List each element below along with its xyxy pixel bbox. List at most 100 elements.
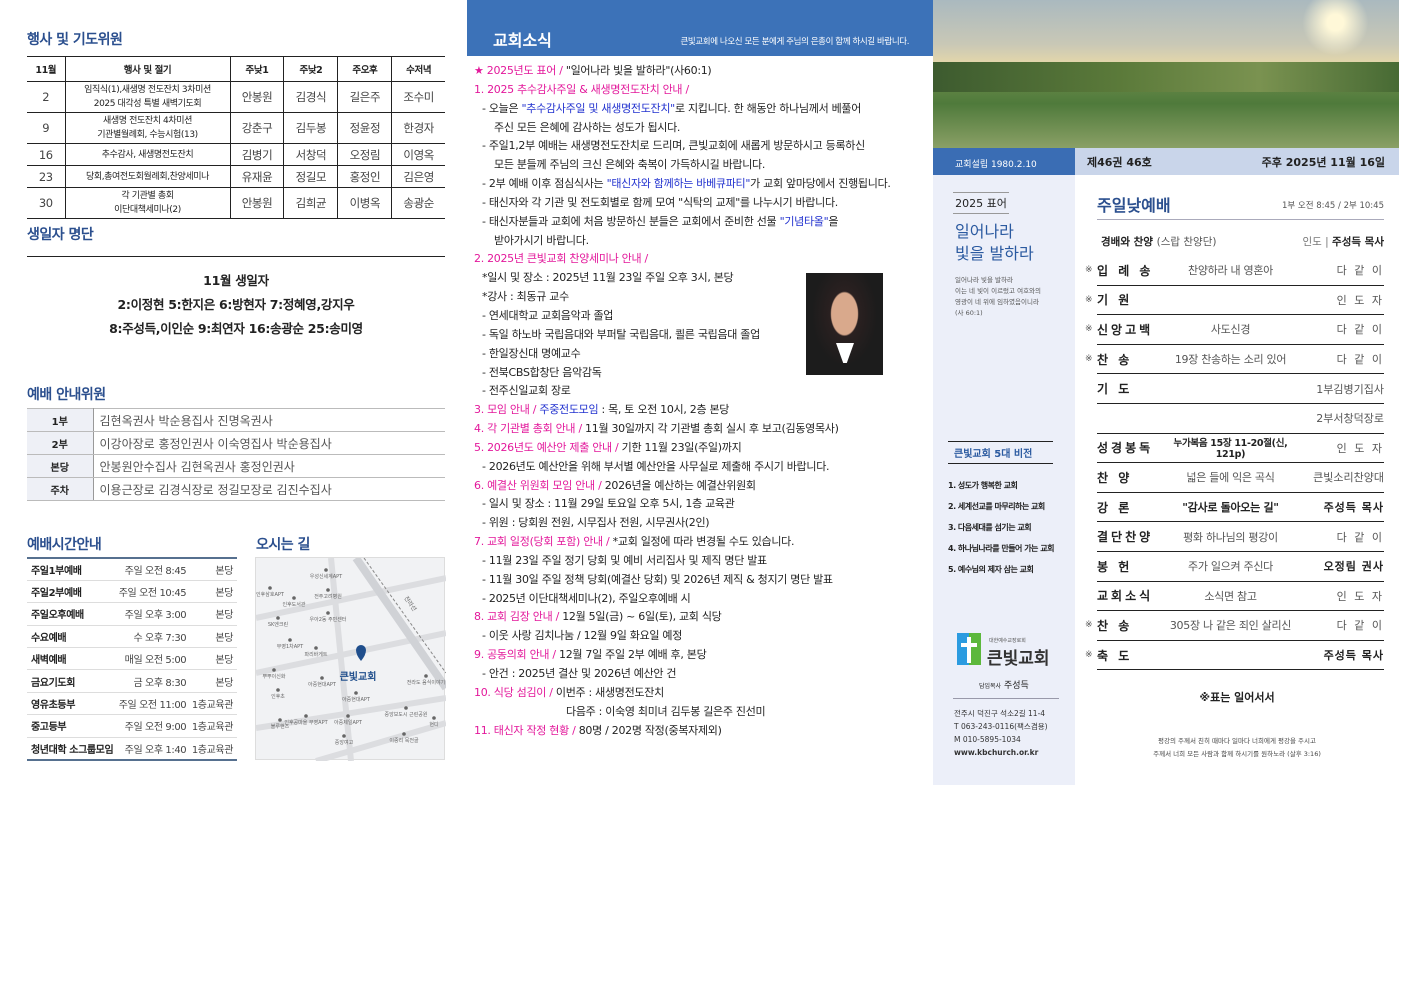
news-line: - 전주신일교회 장로: [474, 382, 929, 401]
order-leader: 다 같 이: [1336, 353, 1384, 367]
news-line: - 11월 30일 주일 정책 당회(예결산 당회) 및 2026년 제직 & …: [474, 571, 929, 590]
event-desc: 새생명 전도잔치 4차미션 기관별월례회, 수능시험(13): [64, 112, 230, 144]
news-text: - 태신자분들과 교회에 처음 방문하신 분들은 교회에서 준비한 선물: [482, 214, 780, 228]
news-line: 6. 예결산 위원회 모임 안내 / 2026년을 예산하는 예결산위원회: [474, 477, 929, 496]
news-text: 1. 2025 추수감사주일 & 새생명전도잔치 안내 /: [474, 82, 689, 96]
map-poi-dot: [404, 706, 408, 710]
news-subtitle: 큰빛교회에 나오신 모든 분에게 주님의 은총이 함께 하시길 바랍니다.: [680, 37, 910, 47]
news-text: "기념타올": [779, 214, 829, 228]
verse-line: 영광이 네 위에 임하였음이니라: [955, 298, 1039, 306]
map-poi-dot: [324, 568, 328, 572]
news-text: - 11월 23일 주일 정기 당회 및 예비 서리집사 및 제직 명단 발표: [482, 553, 767, 567]
map-poi-dot: [342, 734, 346, 738]
news-text: 받아가시기 바랍니다.: [494, 233, 589, 247]
news-line: 5. 2026년도 예산안 제출 안내 / 기한 11월 23일(주일)까지: [474, 439, 929, 458]
prayer-leader: 안봉원: [229, 81, 284, 113]
map-poi-dot: [354, 691, 358, 695]
usher-service: 본당: [27, 454, 94, 478]
standing-note: ※표는 일어서서: [1199, 691, 1275, 704]
pastor-label: 담임목사: [979, 683, 1002, 690]
ushers-table: 1부 김현옥권사 박순용집사 진명옥권사 2부 이강아장로 홍정인권사 이숙영집사 박…: [27, 408, 445, 501]
news-text: - 독일 하노바 국립음대와 부퍼탈 국립음대, 쾰른 국립음대 졸업: [482, 327, 760, 341]
service-place: 본당: [190, 558, 237, 581]
news-line: 4. 각 기관별 총회 안내 / 11월 30일까지 각 기관별 총회 실시 후…: [474, 420, 929, 439]
order-row: ※ 입 례 송 찬양하라 내 영혼아 다 같 이: [1085, 256, 1384, 286]
service-time-row: 주일1부예배 주일 오전 8:45 본당: [27, 558, 237, 581]
contact-info: 전주시 덕진구 석소2길 11-4 T 063-243-0116(팩스겸용) M…: [954, 707, 1048, 759]
service-time-row: 주일오후예배 주일 오후 3:00 본당: [27, 602, 237, 626]
pastor: 담임목사 주성득: [979, 678, 1029, 691]
news-text: 로 지킵니다. 한 해동안 하나님께서 베풀어: [674, 101, 862, 115]
map-poi-label: 아중현대APT: [308, 681, 337, 688]
map-poi-label: 이중리 묵전골: [389, 737, 419, 744]
birthdays-title: 생일자 명단: [27, 227, 94, 243]
order-row: ※ 축 도 주성득 목사: [1085, 641, 1384, 671]
news-line: - 위원 : 당회원 전원, 시무집사 전원, 시무권사(2인): [474, 514, 929, 533]
prayer-leader: 한경자: [391, 112, 445, 144]
service-name: 주일2부예배: [27, 580, 117, 604]
news-text: 을: [828, 214, 839, 228]
map-poi-dot: [292, 596, 296, 600]
worship-title: 주일낮예배: [1097, 196, 1171, 215]
map-poi-label: 우아2동 주민센터: [310, 616, 347, 623]
events-table: 11월 행사 및 절기 주낮1 주낮2 주오후 수저녁 2 임직식(1),새생명 …: [27, 56, 445, 219]
vision-title: 큰빛교회 5대 비전: [948, 441, 1053, 464]
prayer-leader: 길은주: [337, 81, 392, 113]
col-header: 주낮1: [229, 56, 284, 82]
denomination: 대한예수교장로회: [989, 638, 1026, 644]
news-line: - 주일1,2부 예배는 새생명전도잔치로 드리며, 큰빛교회에 새롭게 방문하…: [474, 137, 929, 156]
event-row: 30 각 기관별 총회 이단대책세미나(2) 안봉원 김희균 이병옥 송광순: [27, 187, 445, 219]
prayer-leader: 이병옥: [337, 187, 392, 219]
event-line: 추수감사, 새생명전도잔치: [101, 149, 194, 160]
stand-mark: ※: [1085, 324, 1093, 335]
col-header: 행사 및 절기: [64, 56, 230, 82]
news-text: : 목, 토 오전 10시, 2층 본당: [598, 403, 730, 417]
service-time-row: 영유초등부 주일 오전 11:00 1층교육관: [27, 692, 237, 716]
news-text: *강사 : 최동규 교수: [482, 290, 569, 304]
news-line: - 안건 : 2025년 결산 및 2026년 예산안 건: [474, 665, 929, 684]
lead-label: 인도 |: [1302, 236, 1329, 248]
map-poi-label: 인후도서관: [282, 601, 305, 608]
location-pin-icon: [356, 645, 366, 661]
order-item: 신앙고백: [1097, 322, 1154, 337]
news-text: 9. 공동의회 안내 /: [474, 648, 560, 662]
cover-sidebar: 2025 표어 일어나라 빛을 발하라 일어나라 빛을 발하라 이는 네 빛이 …: [933, 175, 1075, 785]
news-text: 11. 태신자 작정 현황 /: [474, 723, 579, 737]
prayer-leader: 강춘구: [229, 112, 284, 144]
vision-item: 2. 세계선교를 마무리하는 교회: [948, 502, 1045, 511]
prayer-leader: 김병기: [229, 143, 284, 166]
news-text: - 주일1,2부 예배는 새생명전도잔치로 드리며, 큰빛교회에 새롭게 방문하…: [482, 139, 865, 153]
map-poi-label: 전주고려병원: [314, 593, 342, 600]
news-text: 4. 각 기관별 총회 안내 /: [474, 422, 586, 436]
usher-row: 본당 안봉원안수집사 김현옥권사 홍정인권사: [27, 454, 445, 478]
event-desc: 임직식(1),새생명 전도잔치 3차미션 2025 대각성 특별 새벽기도회: [64, 81, 230, 113]
service-when: 주일 오전 10:45: [116, 580, 191, 604]
service-place: 1층교육관: [190, 692, 237, 716]
order-item: 결단찬양: [1097, 530, 1154, 545]
prayer-leader: 정윤정: [337, 112, 392, 144]
volume-number: 제46권 46호: [1087, 156, 1152, 169]
map-poi-label: 인후초: [271, 693, 285, 700]
address: 전주시 덕진구 석소2길 11-4: [954, 709, 1046, 718]
news-text: 주신 모든 은혜에 감사하는 성도가 됩시다.: [494, 120, 681, 134]
website-link[interactable]: www.kbchurch.or.kr: [954, 746, 1048, 759]
service-name: 주일1부예배: [27, 558, 117, 581]
service-when: 주일 오전 9:00: [116, 714, 191, 738]
prayer-leader: 이영옥: [391, 143, 445, 166]
directions-map[interactable]: 우성신세계APT 인후삼호APT 전주고려병원 인후도서관 SK엔크린 우아2동 주민센터…: [255, 555, 450, 764]
news-line: 주신 모든 은혜에 감사하는 성도가 됩시다.: [474, 119, 929, 138]
motto-line: 빛을 발하라: [955, 244, 1034, 263]
news-text: - 연세대학교 교회음악과 졸업: [482, 308, 614, 322]
map-poi-dot: [268, 586, 272, 590]
motto-line: 일어나라: [955, 222, 1014, 241]
news-text: - 안건 : 2025년 결산 및 2026년 예산안 건: [482, 667, 677, 680]
news-text: 가 교회 앞마당에서 진행됩니다.: [750, 177, 891, 191]
birthday-heading: 11월 생일자: [203, 273, 269, 288]
usher-names: 이용근장로 김경식장로 정길모장로 김진수집사: [93, 477, 445, 501]
news-line: - 태신자분들과 교회에 처음 방문하신 분들은 교회에서 준비한 선물 "기념…: [474, 213, 929, 232]
usher-names: 안봉원안수집사 김현옥권사 홍정인권사: [93, 454, 445, 478]
event-desc: 당회,총여전도회월례회,찬양세미나: [64, 165, 230, 188]
usher-row: 주차 이용근장로 김경식장로 정길모장로 김진수집사: [27, 477, 445, 501]
news-text: 기한 11월 23일(주일)까지: [621, 440, 742, 454]
news-text: - 전북CBS합창단 음악감독: [482, 365, 602, 379]
